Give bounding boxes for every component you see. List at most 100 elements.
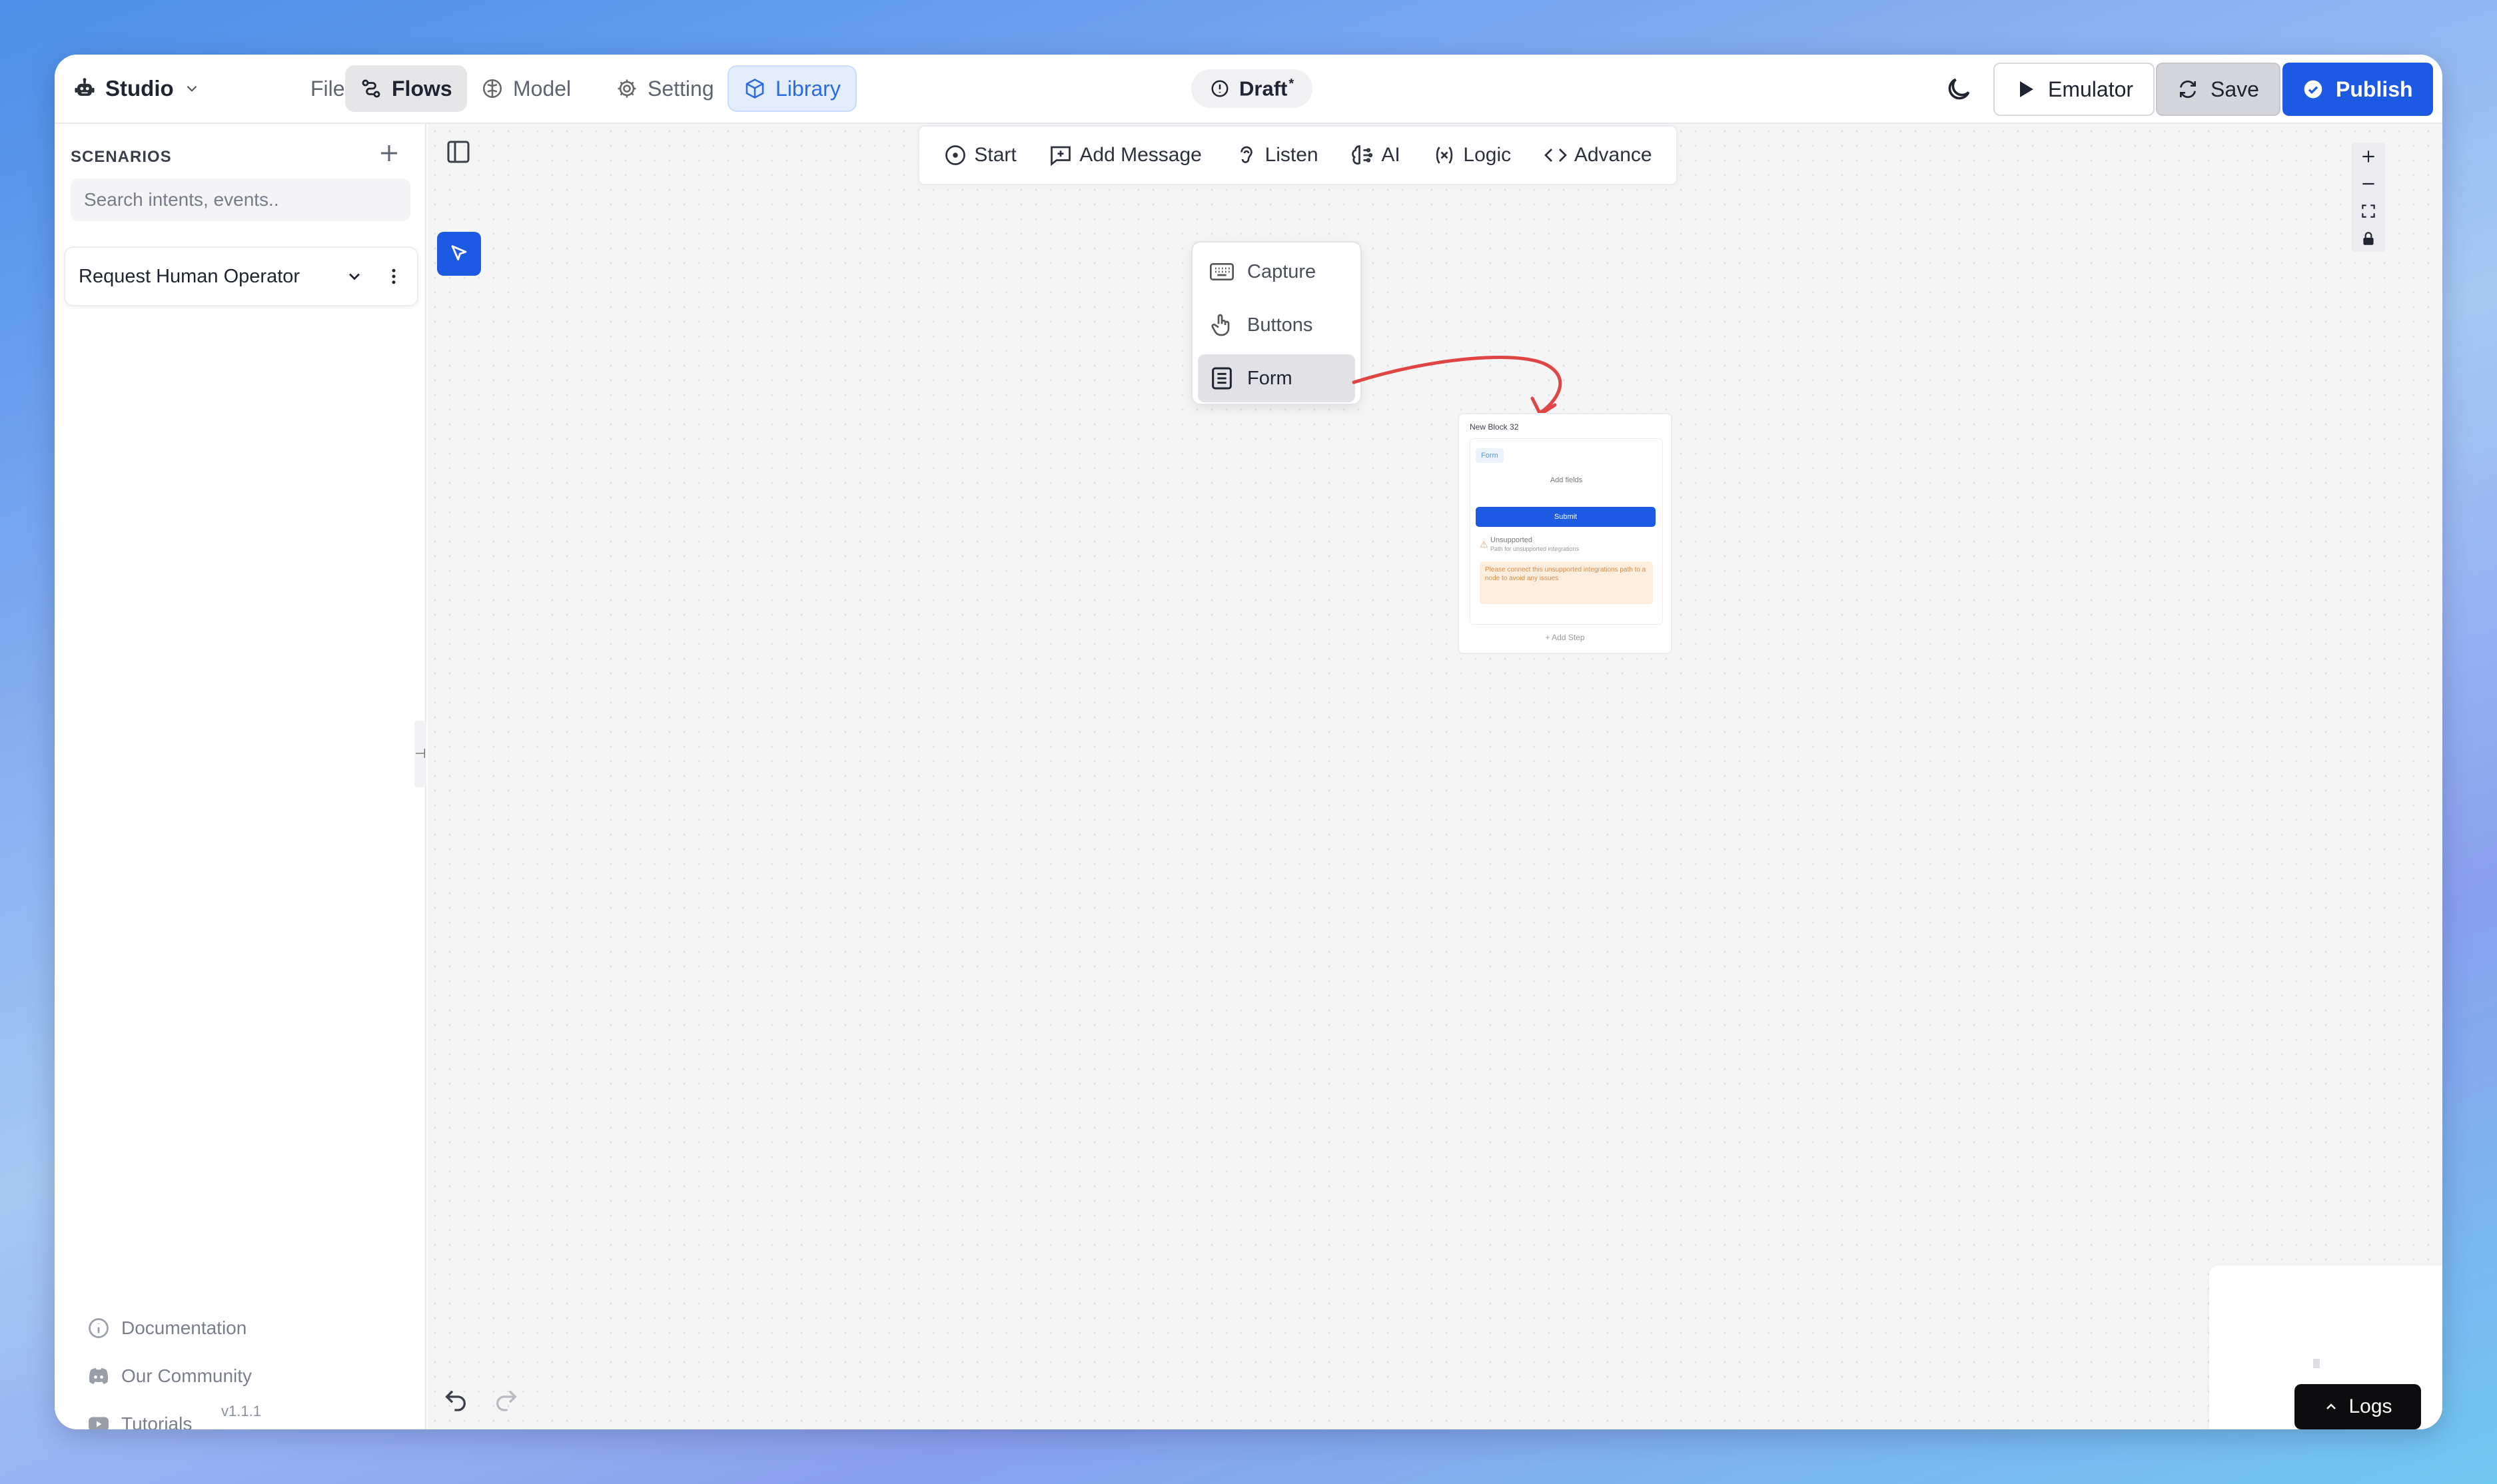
submit-button[interactable]: Submit bbox=[1476, 507, 1656, 527]
publish-label: Publish bbox=[2336, 77, 2413, 101]
tool-listen-label: Listen bbox=[1264, 144, 1318, 166]
code-icon bbox=[1544, 149, 1567, 162]
unsupported-subtitle: Path for unsupported integrations bbox=[1490, 546, 1580, 552]
model-label: Model bbox=[513, 76, 572, 101]
app-version: v1.1.1 bbox=[221, 1403, 261, 1419]
save-label: Save bbox=[2211, 77, 2259, 101]
search-input[interactable] bbox=[71, 179, 410, 221]
tab-library[interactable]: Library bbox=[728, 65, 857, 112]
info-icon bbox=[89, 1318, 109, 1338]
community-label: Our Community bbox=[121, 1365, 252, 1386]
draft-label: Draft bbox=[1239, 77, 1288, 101]
tool-start[interactable]: Start bbox=[943, 143, 1017, 167]
tool-listen[interactable]: Listen bbox=[1235, 143, 1318, 167]
block-title: New Block 32 bbox=[1470, 422, 1519, 432]
message-plus-icon bbox=[1051, 146, 1071, 167]
emulator-button[interactable]: Emulator bbox=[1993, 63, 2155, 116]
start-icon bbox=[945, 145, 966, 165]
top-bar: Studio File Flows Model Setting Library … bbox=[55, 55, 2442, 124]
unsupported-title: Unsupported bbox=[1490, 536, 1532, 544]
refresh-icon bbox=[2180, 80, 2196, 99]
tool-advance[interactable]: Advance bbox=[1544, 143, 1652, 167]
panel-toggle-icon[interactable] bbox=[445, 139, 472, 165]
tool-advance-label: Advance bbox=[1574, 144, 1652, 166]
youtube-icon bbox=[89, 1417, 109, 1429]
minimap-node bbox=[2313, 1359, 2320, 1368]
form-icon bbox=[1212, 367, 1232, 390]
studio-menu[interactable]: Studio bbox=[68, 65, 215, 112]
tool-ai[interactable]: AI bbox=[1350, 143, 1400, 167]
chevron-down-icon[interactable] bbox=[345, 267, 364, 286]
tutorials-link[interactable]: Tutorials bbox=[87, 1412, 192, 1429]
discord-icon bbox=[89, 1368, 109, 1384]
add-scenario-button[interactable] bbox=[374, 141, 404, 171]
fit-view-icon[interactable] bbox=[2360, 202, 2377, 220]
emulator-label: Emulator bbox=[2048, 77, 2134, 101]
tool-add-message[interactable]: Add Message bbox=[1049, 143, 1202, 167]
tutorials-label: Tutorials bbox=[121, 1413, 193, 1429]
block-form-step[interactable]: Form Add fields Submit ⚠ Unsupported Pat… bbox=[1470, 438, 1663, 625]
more-vertical-icon[interactable] bbox=[384, 266, 404, 286]
draft-status-badge[interactable]: Draft * bbox=[1191, 69, 1313, 108]
community-link[interactable]: Our Community bbox=[87, 1364, 252, 1388]
documentation-link[interactable]: Documentation bbox=[87, 1316, 247, 1340]
tab-flows[interactable]: Flows bbox=[345, 65, 467, 112]
flow-block-card[interactable]: New Block 32 Form Add fields Submit ⚠ Un… bbox=[1458, 413, 1672, 654]
logs-button[interactable]: Logs bbox=[2294, 1384, 2421, 1429]
scenario-label: Request Human Operator bbox=[79, 265, 300, 287]
cube-icon bbox=[746, 79, 764, 99]
undo-icon[interactable] bbox=[442, 1387, 469, 1413]
library-label: Library bbox=[775, 76, 841, 101]
flow-canvas[interactable]: Start Add Message Listen AI Logic Advanc… bbox=[428, 124, 2442, 1429]
unsaved-marker: * bbox=[1288, 76, 1294, 91]
chevron-up-icon bbox=[2326, 1403, 2336, 1409]
plus-icon bbox=[381, 145, 397, 161]
ai-brain-icon bbox=[1352, 145, 1373, 165]
menu-item-capture-label: Capture bbox=[1247, 260, 1316, 282]
scenario-item[interactable]: Request Human Operator bbox=[64, 246, 418, 306]
sidebar-resize-handle[interactable]: ⊣ bbox=[414, 721, 426, 787]
cursor-icon bbox=[451, 245, 467, 260]
pointer-hand-icon bbox=[1211, 314, 1230, 336]
select-tool-button[interactable] bbox=[437, 232, 481, 276]
logs-label: Logs bbox=[2348, 1395, 2392, 1417]
info-icon bbox=[1211, 80, 1229, 97]
ear-icon bbox=[1240, 146, 1252, 163]
add-fields-link[interactable]: Add fields bbox=[1470, 476, 1662, 484]
add-step-button[interactable]: + Add Step bbox=[1459, 633, 1671, 642]
menu-item-form[interactable]: Form bbox=[1198, 354, 1355, 402]
app-name: Studio bbox=[105, 76, 174, 101]
flows-icon bbox=[362, 79, 380, 98]
menu-item-buttons-label: Buttons bbox=[1247, 314, 1313, 336]
listen-dropdown-menu: Capture Buttons Form bbox=[1191, 241, 1362, 405]
zoom-out-icon[interactable] bbox=[2360, 175, 2377, 192]
setting-label: Setting bbox=[648, 76, 714, 101]
redo-icon[interactable] bbox=[493, 1387, 520, 1413]
zoom-in-icon[interactable] bbox=[2360, 148, 2377, 165]
file-label: File bbox=[310, 76, 345, 101]
form-step-chip: Form bbox=[1476, 448, 1504, 463]
variable-icon bbox=[1436, 147, 1453, 164]
documentation-label: Documentation bbox=[121, 1317, 247, 1338]
scenarios-title: SCENARIOS bbox=[71, 148, 172, 166]
chevron-down-icon bbox=[187, 85, 197, 92]
menu-item-capture[interactable]: Capture bbox=[1198, 248, 1355, 296]
tab-model[interactable]: Model bbox=[466, 65, 586, 112]
flows-label: Flows bbox=[392, 76, 452, 101]
lock-icon[interactable] bbox=[2360, 230, 2377, 247]
menu-item-buttons[interactable]: Buttons bbox=[1198, 301, 1355, 349]
warning-icon: ⚠ bbox=[1480, 539, 1488, 550]
zoom-controls bbox=[2352, 143, 2385, 252]
tool-ai-label: AI bbox=[1381, 144, 1400, 166]
publish-button[interactable]: Publish bbox=[2282, 63, 2433, 116]
save-button[interactable]: Save bbox=[2156, 63, 2280, 116]
play-icon bbox=[2020, 81, 2033, 97]
tab-setting[interactable]: Setting bbox=[601, 65, 729, 112]
brain-icon bbox=[482, 79, 502, 99]
gear-icon bbox=[618, 79, 636, 98]
tool-logic[interactable]: Logic bbox=[1432, 143, 1511, 167]
dark-mode-toggle-icon[interactable] bbox=[1944, 75, 1973, 104]
node-toolbar: Start Add Message Listen AI Logic Advanc… bbox=[918, 125, 1678, 185]
app-window: Studio File Flows Model Setting Library … bbox=[55, 55, 2442, 1429]
tool-logic-label: Logic bbox=[1463, 144, 1512, 166]
